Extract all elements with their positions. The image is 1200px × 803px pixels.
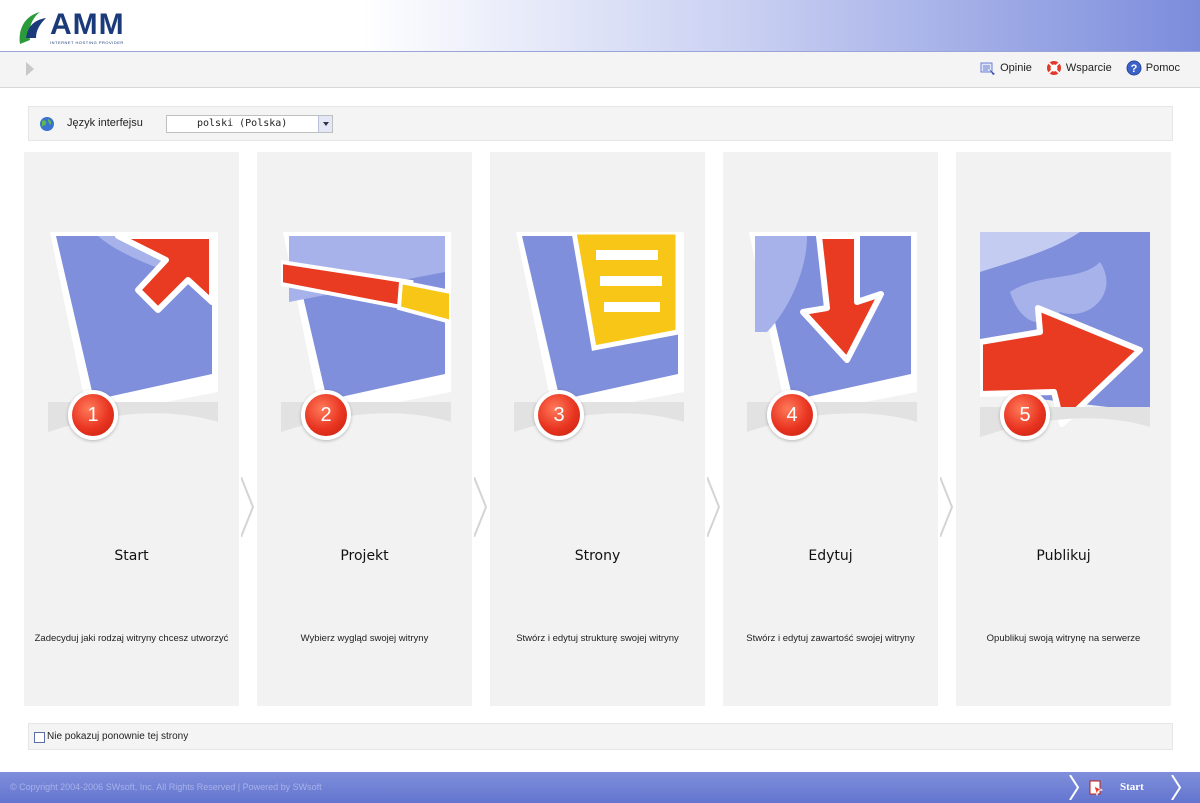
- step-title: Edytuj: [808, 548, 853, 564]
- logo-text: AMM: [50, 7, 125, 41]
- chevron-left-icon: [1069, 775, 1080, 800]
- step-title: Start: [114, 548, 149, 564]
- step-number-badge: 1: [68, 390, 118, 440]
- svg-text:?: ?: [1130, 63, 1137, 75]
- step-description: Wybierz wygląd swojej witryny: [300, 633, 429, 644]
- help-icon: ?: [1126, 60, 1142, 76]
- support-icon: [1046, 61, 1061, 75]
- step-separator-icon: [707, 477, 721, 537]
- language-label: Język interfejsu: [67, 117, 143, 129]
- feedback-icon: [980, 62, 996, 75]
- logo-mark-icon: [19, 12, 46, 44]
- language-bar: Język interfejsu polski (Polska): [28, 106, 1173, 141]
- dont-show-again-bar: Nie pokazuj ponownie tej strony: [28, 723, 1173, 750]
- language-select-value: polski (Polska): [197, 118, 288, 129]
- step-number-badge: 3: [534, 390, 584, 440]
- step-separator-icon: [241, 477, 255, 537]
- footer-bar: © Copyright 2004-2006 SWsoft, Inc. All R…: [0, 772, 1200, 803]
- feedback-link-label: Opinie: [1000, 62, 1032, 74]
- start-wizard-icon: [1089, 780, 1104, 796]
- copyright-text: © Copyright 2004-2006 SWsoft, Inc. All R…: [10, 782, 322, 792]
- step-publish[interactable]: 5 Publikuj Opublikuj swoją witrynę na se…: [956, 152, 1171, 706]
- support-link-label: Wsparcie: [1065, 62, 1112, 74]
- step-description: Stwórz i edytuj zawartość swojej witryny: [746, 633, 915, 644]
- globe-icon: [40, 117, 54, 131]
- step-title: Projekt: [340, 548, 389, 564]
- support-link[interactable]: Wsparcie: [1046, 60, 1112, 76]
- step-title: Strony: [574, 548, 621, 564]
- start-button[interactable]: Start: [1068, 775, 1182, 800]
- dont-show-again-checkbox[interactable]: [34, 732, 45, 743]
- step-description: Stwórz i edytuj strukturę swojej witryny: [516, 633, 679, 644]
- toolbar: Opinie Wsparcie ? Pomoc: [0, 52, 1200, 88]
- dont-show-again-label[interactable]: Nie pokazuj ponownie tej strony: [47, 731, 188, 742]
- feedback-link[interactable]: Opinie: [980, 60, 1032, 76]
- step-separator-icon: [940, 477, 954, 537]
- step-description: Opublikuj swoją witrynę na serwerze: [986, 633, 1141, 644]
- logo-subtitle: INTERNET HOSTING PROVIDER: [50, 39, 124, 45]
- app-header: AMM INTERNET HOSTING PROVIDER: [0, 0, 1200, 52]
- language-select[interactable]: polski (Polska): [166, 115, 333, 133]
- step-separator-icon: [474, 477, 488, 537]
- steps-panel: 1 Start Zadecyduj jaki rodzaj witryny ch…: [24, 152, 1174, 706]
- help-link-label: Pomoc: [1145, 62, 1180, 74]
- step-number-badge: 4: [767, 390, 817, 440]
- expand-arrow-icon[interactable]: [26, 62, 34, 76]
- amm-logo: AMM INTERNET HOSTING PROVIDER: [14, 6, 125, 48]
- step-project[interactable]: 2 Projekt Wybierz wygląd swojej witryny: [257, 152, 472, 706]
- step-edit[interactable]: 4 Edytuj Stwórz i edytuj zawartość swoje…: [723, 152, 938, 706]
- step-start[interactable]: 1 Start Zadecyduj jaki rodzaj witryny ch…: [24, 152, 239, 706]
- chevron-right-icon: [1171, 775, 1182, 800]
- step-number-badge: 2: [301, 390, 351, 440]
- step-description: Zadecyduj jaki rodzaj witryny chcesz utw…: [34, 633, 229, 644]
- step-pages[interactable]: 3 Strony Stwórz i edytuj strukturę swoje…: [490, 152, 705, 706]
- start-button-label: Start: [1120, 781, 1144, 793]
- step-title: Publikuj: [1036, 548, 1091, 564]
- help-link[interactable]: ? Pomoc: [1126, 60, 1180, 76]
- toolbar-links: Opinie Wsparcie ? Pomoc: [980, 60, 1180, 76]
- chevron-down-icon[interactable]: [318, 116, 332, 132]
- step-number-badge: 5: [1000, 390, 1050, 440]
- logo-text-group: AMM INTERNET HOSTING PROVIDER: [50, 7, 125, 45]
